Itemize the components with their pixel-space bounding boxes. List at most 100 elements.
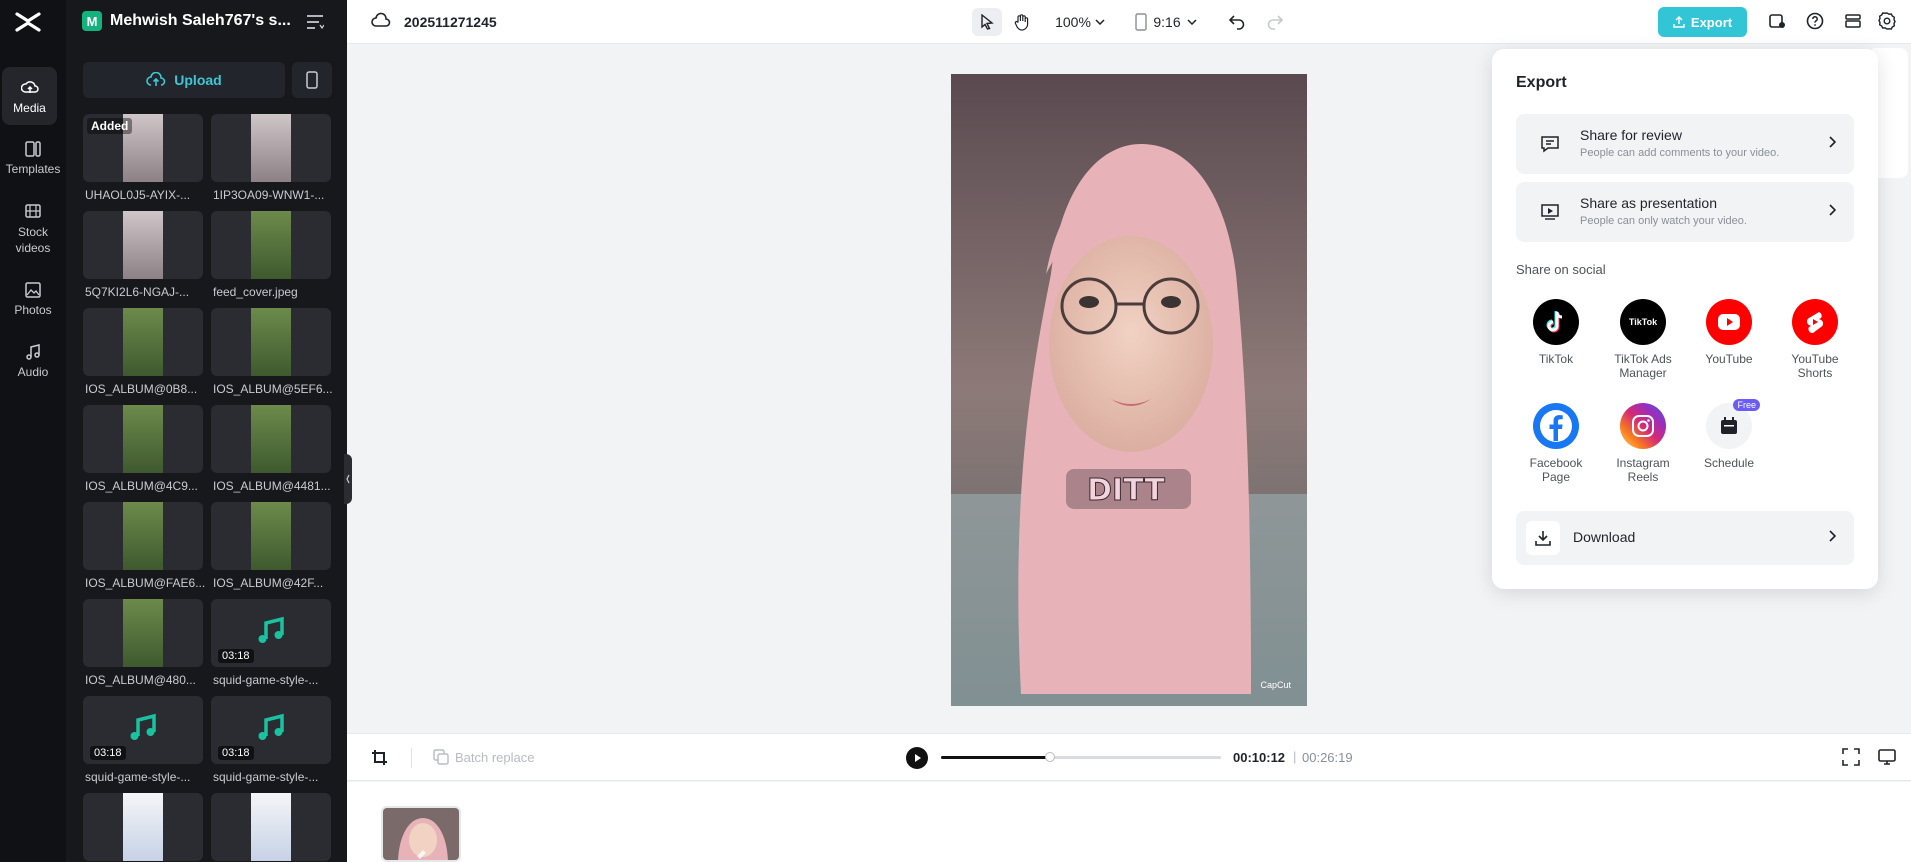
instagram-icon [1620, 403, 1666, 449]
play-button[interactable] [906, 747, 928, 769]
export-button[interactable]: Export [1658, 7, 1747, 37]
display-mode-icon[interactable] [1878, 748, 1896, 766]
fullscreen-icon[interactable] [1842, 748, 1860, 766]
upload-button[interactable]: Upload [83, 62, 285, 98]
zoom-value: 100% [1055, 14, 1091, 30]
hand-tool-button[interactable] [1009, 8, 1035, 36]
batch-replace-icon [433, 749, 449, 765]
media-thumbnail[interactable]: 03:18 [211, 696, 331, 764]
rail-label-stock-videos: Stock videos [15, 225, 51, 255]
rail-item-photos[interactable]: Photos [0, 281, 66, 317]
media-thumbnail[interactable]: 03:18 [211, 599, 331, 667]
rail-item-audio[interactable]: Audio [0, 343, 66, 379]
media-preview-image [123, 211, 163, 279]
timeline [347, 782, 1911, 862]
playback-scrubber[interactable] [941, 752, 1221, 762]
media-thumbnail[interactable]: Added [83, 114, 203, 182]
menu-lines-icon[interactable] [306, 14, 324, 30]
chevron-left-icon [346, 474, 350, 484]
social-youtube[interactable]: YouTube [1689, 299, 1769, 366]
gear-icon[interactable] [1878, 12, 1896, 30]
project-title[interactable]: 202511271245 [404, 14, 497, 30]
social-youtube-shorts[interactable]: YouTube Shorts [1775, 299, 1855, 380]
rail-item-stock-videos[interactable]: Stock videos [0, 202, 66, 256]
media-thumbnail[interactable] [83, 405, 203, 473]
chevron-right-icon [1829, 136, 1836, 148]
media-filename: UHAOL0J5-AYIX-... [85, 188, 191, 202]
media-preview-image [123, 599, 163, 667]
project-name: Mehwish Saleh767's s... [110, 12, 291, 29]
media-thumbnail[interactable] [83, 793, 203, 861]
share-as-presentation-button[interactable]: Share as presentation People can only wa… [1516, 182, 1854, 242]
photo-icon [25, 282, 41, 298]
social-label-instagram: Instagram Reels [1616, 456, 1670, 484]
media-thumbnail[interactable] [83, 502, 203, 570]
redo-icon[interactable] [1266, 12, 1284, 30]
capcut-logo-icon[interactable] [14, 10, 42, 34]
media-filename: IOS_ALBUM@4C9... [85, 479, 198, 493]
top-bar: 202511271245 100% 9:16 Export [347, 0, 1911, 44]
project-avatar: M [82, 11, 102, 31]
media-thumbnail[interactable] [83, 308, 203, 376]
capcut-watermark: CapCut [1260, 680, 1291, 690]
chevron-right-icon [1829, 204, 1836, 216]
timeline-clip[interactable] [381, 806, 461, 862]
share-review-subtitle: People can add comments to your video. [1580, 147, 1780, 159]
select-tool-button[interactable] [972, 8, 1002, 36]
presentation-icon [1541, 204, 1559, 220]
playback-bar: Batch replace 00:10:12 | 00:26:19 [347, 733, 1911, 781]
batch-replace-label: Batch replace [455, 749, 535, 765]
social-tiktok[interactable]: TikTok [1516, 299, 1596, 366]
video-preview[interactable]: DITT CapCut [951, 74, 1307, 706]
phone-upload-button[interactable] [292, 62, 332, 98]
rail-item-media[interactable]: Media [2, 67, 57, 125]
media-thumbnail[interactable] [211, 211, 331, 279]
media-preview-image [123, 793, 163, 861]
social-schedule[interactable]: Free Schedule [1689, 399, 1769, 470]
project-header[interactable]: M Mehwish Saleh767's s... [82, 11, 291, 31]
tiktok-ads-icon: TikTok [1620, 299, 1666, 345]
media-thumbnail[interactable] [83, 599, 203, 667]
social-label-tiktok: TikTok [1538, 352, 1574, 366]
social-label-schedule: Schedule [1703, 456, 1755, 470]
media-thumbnail[interactable] [83, 211, 203, 279]
download-button[interactable]: Download [1516, 511, 1854, 565]
chevron-down-icon [1187, 19, 1197, 25]
social-instagram-reels[interactable]: Instagram Reels [1603, 403, 1683, 484]
media-preview-image [251, 308, 291, 376]
media-thumbnail[interactable] [211, 405, 331, 473]
social-tiktok-ads-manager[interactable]: TikTok TikTok Ads Manager [1603, 299, 1683, 380]
media-filename: feed_cover.jpeg [213, 285, 298, 299]
aspect-ratio-dropdown[interactable]: 9:16 [1131, 8, 1201, 36]
playback-knob[interactable] [1045, 752, 1056, 762]
zoom-dropdown[interactable]: 100% [1054, 8, 1106, 36]
rail-label-media: Media [13, 101, 46, 115]
undo-icon[interactable] [1228, 12, 1246, 30]
media-preview-image [251, 502, 291, 570]
panel-collapse-handle[interactable] [344, 454, 352, 504]
media-thumbnail[interactable] [211, 502, 331, 570]
share-frame-icon[interactable] [1768, 12, 1786, 30]
media-thumbnail[interactable] [211, 114, 331, 182]
share-for-review-button[interactable]: Share for review People can add comments… [1516, 114, 1854, 174]
media-duration: 03:18 [90, 746, 126, 760]
rail-label-audio: Audio [17, 365, 49, 379]
ditto-sticker: DITT [1066, 469, 1191, 509]
media-thumbnail[interactable] [211, 308, 331, 376]
crop-tool-icon[interactable] [371, 749, 389, 767]
help-icon[interactable] [1806, 12, 1824, 30]
divider [411, 748, 412, 768]
music-note-icon [258, 616, 284, 643]
media-thumbnail[interactable]: 03:18 [83, 696, 203, 764]
batch-replace-button[interactable]: Batch replace [433, 749, 535, 765]
share-presentation-subtitle: People can only watch your video. [1580, 215, 1747, 227]
social-facebook-page[interactable]: Facebook Page [1516, 403, 1596, 484]
download-label: Download [1573, 529, 1636, 545]
chevron-right-icon [1829, 530, 1836, 542]
media-thumbnail[interactable] [211, 793, 331, 861]
layers-icon[interactable] [1844, 12, 1862, 30]
rail-item-templates[interactable]: Templates [0, 140, 66, 176]
share-on-social-label: Share on social [1516, 262, 1606, 277]
cloud-sync-icon[interactable] [371, 12, 391, 30]
music-note-icon [130, 713, 156, 740]
